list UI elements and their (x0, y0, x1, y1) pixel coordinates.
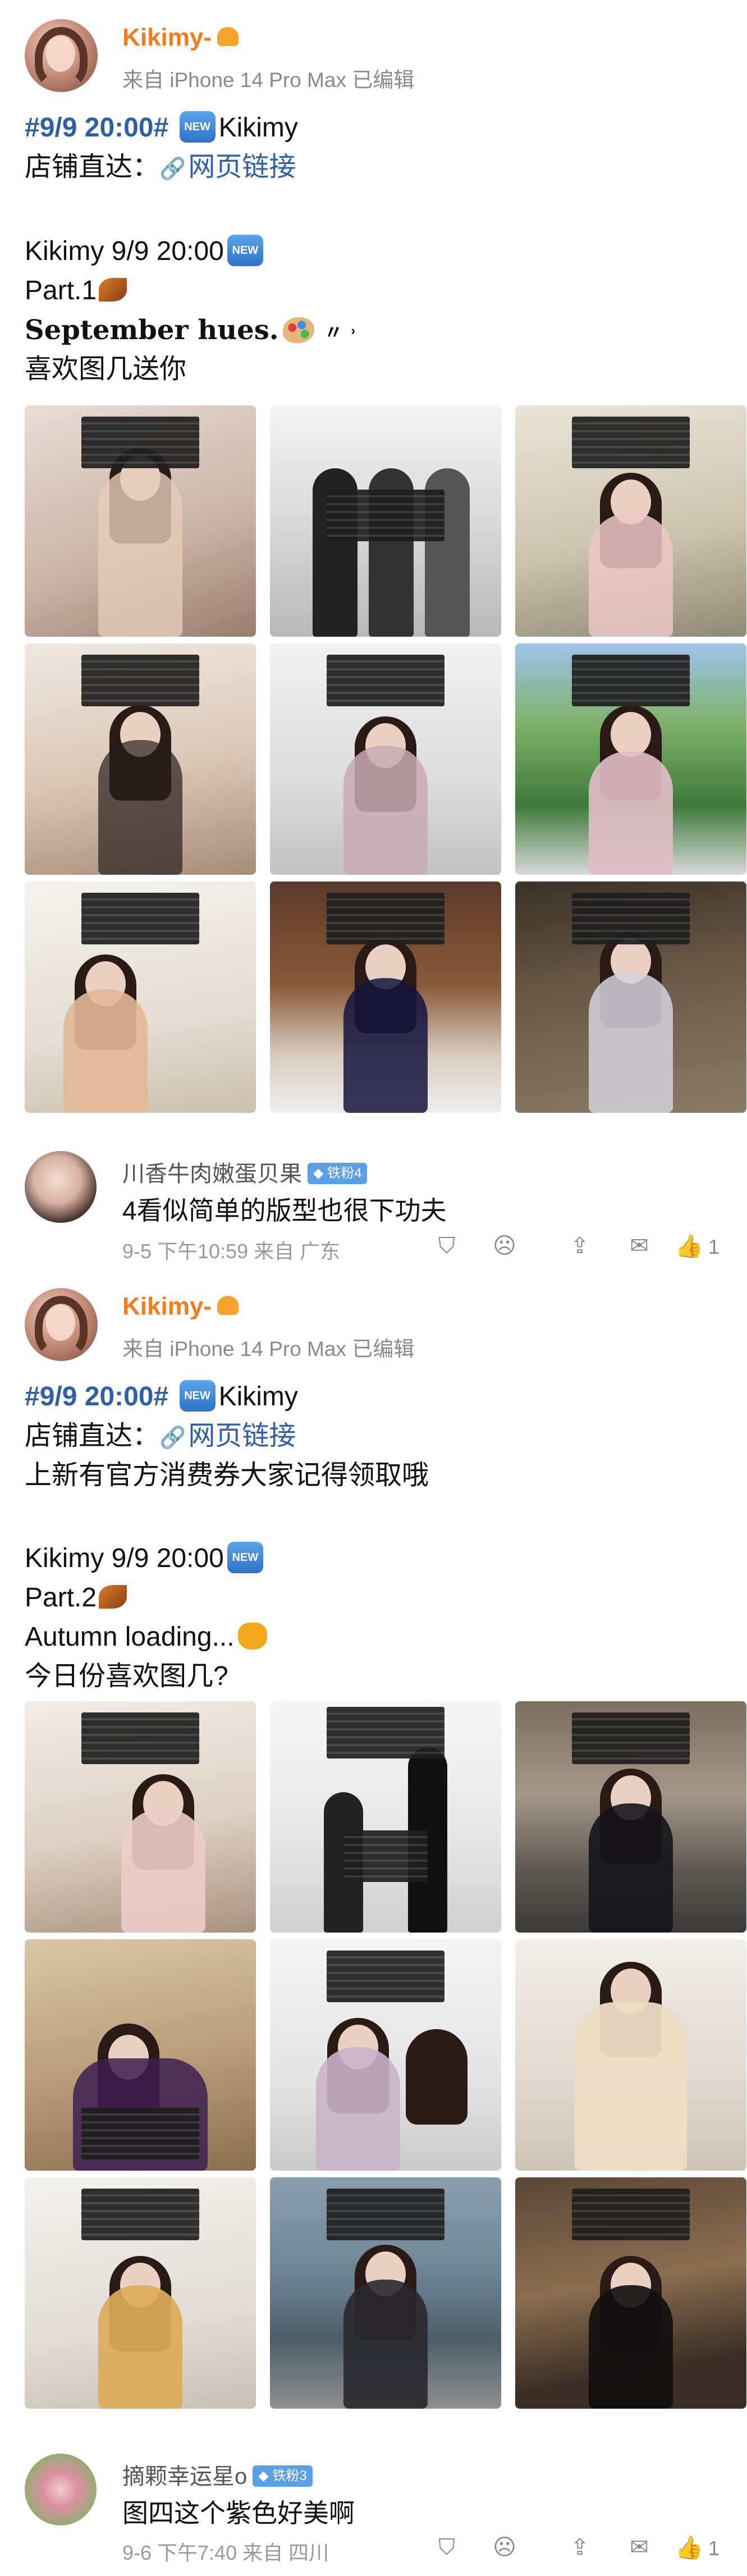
slogan: September hues. 〃 ˒ (25, 314, 357, 346)
photo-4[interactable] (25, 643, 256, 875)
photo-7[interactable] (25, 2177, 256, 2409)
author-name[interactable]: Kikimy- (122, 24, 239, 52)
like-count: 1 (708, 1235, 720, 1258)
shop-line: 店铺直达：🔗网页链接 (25, 1419, 296, 1455)
photo-3[interactable] (515, 1701, 746, 1933)
part-label: Part.2 (25, 1581, 127, 1615)
commenter-avatar[interactable] (25, 2454, 97, 2525)
like-count: 1 (708, 2537, 720, 2560)
commenter-name[interactable]: 摘颗幸运星o ◆ 铁粉3 (122, 2458, 313, 2491)
crown-icon (217, 1296, 239, 1316)
hashtag-line: #9/9 20:00# NEW Kikimy (25, 1380, 298, 1414)
crown-icon (217, 27, 239, 47)
photo-6[interactable] (515, 1939, 746, 2171)
share-icon[interactable]: ⇪ (567, 2534, 593, 2560)
image-grid (25, 405, 746, 1127)
new-badge-icon: NEW (227, 235, 263, 267)
hashtag-link[interactable]: #9/9 20:00# (25, 113, 168, 143)
honey-icon (237, 1623, 267, 1650)
comment-text: 图四这个紫色好美啊 (122, 2499, 355, 2528)
post-title: Kikimy 9/9 20:00 NEW (25, 235, 267, 268)
web-link[interactable]: 网页链接 (188, 152, 296, 182)
leaf-icon (99, 278, 127, 302)
coupon-note: 上新有官方消费券大家记得领取哦 (25, 1460, 429, 1490)
question: 喜欢图几送你 (25, 354, 187, 384)
part-label: Part.1 (25, 274, 127, 308)
comment-text: 4看似简单的版型也很下功夫 (122, 1196, 447, 1225)
leaf-icon (99, 1585, 127, 1609)
photo-2[interactable] (270, 1701, 501, 1933)
shield-icon[interactable]: ⛉ (434, 1233, 460, 1259)
photo-4[interactable] (25, 1939, 256, 2171)
author-avatar[interactable] (25, 1288, 98, 1361)
web-link[interactable]: 网页链接 (188, 1421, 296, 1451)
image-grid (25, 1701, 746, 2423)
palette-icon (283, 317, 315, 343)
comment-icon[interactable]: ✉ (626, 1233, 652, 1259)
new-badge-icon: NEW (179, 1380, 216, 1412)
slogan: Autumn loading... (25, 1620, 267, 1654)
like-icon[interactable]: 👍 (675, 2534, 703, 2560)
new-badge-icon: NEW (227, 1542, 263, 1574)
fan-badge: ◆ 铁粉4 (308, 1163, 368, 1185)
link-icon: 🔗 (159, 1426, 186, 1450)
photo-7[interactable] (25, 881, 256, 1113)
fan-badge: ◆ 铁粉3 (253, 2465, 313, 2487)
author-name[interactable]: Kikimy- (122, 1292, 239, 1321)
like-icon[interactable]: 👍 (675, 1233, 703, 1259)
new-badge-icon: NEW (179, 111, 216, 143)
author-avatar[interactable] (25, 19, 98, 92)
photo-5[interactable] (270, 643, 501, 875)
photo-9[interactable] (515, 881, 746, 1113)
photo-8[interactable] (270, 2177, 501, 2409)
photo-2[interactable] (270, 405, 501, 637)
post-source: 来自 iPhone 14 Pro Max 已编辑 (122, 68, 415, 92)
photo-1[interactable] (25, 1701, 256, 1933)
dislike-icon[interactable]: ☹ (492, 2534, 517, 2560)
share-icon[interactable]: ⇪ (567, 1233, 593, 1259)
photo-8[interactable] (270, 881, 501, 1113)
post-source: 来自 iPhone 14 Pro Max 已编辑 (122, 1337, 415, 1360)
shield-icon[interactable]: ⛉ (434, 2534, 460, 2560)
comment-meta: 9-5 下午10:59 来自 广东 (122, 1240, 341, 1263)
photo-9[interactable] (515, 2177, 746, 2409)
hashtag-line: #9/9 20:00# NEW Kikimy (25, 111, 298, 145)
photo-6[interactable] (515, 643, 746, 875)
post-title: Kikimy 9/9 20:00 NEW (25, 1542, 267, 1575)
dislike-icon[interactable]: ☹ (492, 1233, 517, 1259)
photo-1[interactable] (25, 405, 256, 637)
question: 今日份喜欢图几? (25, 1661, 228, 1691)
hashtag-link[interactable]: #9/9 20:00# (25, 1382, 168, 1412)
photo-3[interactable] (515, 405, 746, 637)
commenter-name[interactable]: 川香牛肉嫩蛋贝果 ◆ 铁粉4 (122, 1155, 368, 1188)
comment-icon[interactable]: ✉ (626, 2534, 652, 2560)
photo-5[interactable] (270, 1939, 501, 2171)
commenter-avatar[interactable] (25, 1151, 97, 1223)
shop-line: 店铺直达：🔗网页链接 (25, 150, 296, 186)
link-icon: 🔗 (159, 157, 186, 181)
comment-meta: 9-6 下午7:40 来自 四川 (122, 2541, 329, 2564)
